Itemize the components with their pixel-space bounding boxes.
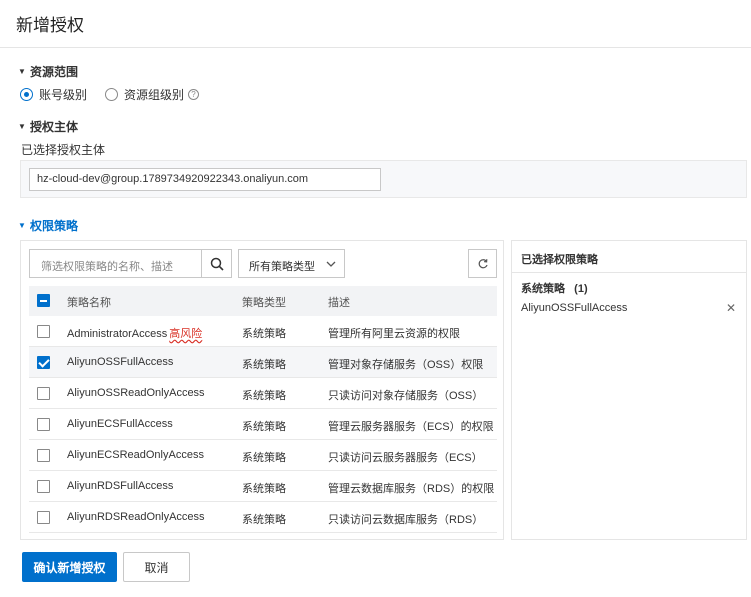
confirm-button[interactable]: 确认新增授权 (22, 552, 117, 582)
section-title: 权限策略 (30, 219, 79, 233)
section-title: 资源范围 (30, 65, 79, 79)
high-risk-label: 高风险 (169, 328, 203, 340)
scope-radio-group: 账号级别 资源组级别 ? (20, 85, 217, 103)
policy-desc: 只读访问云数据库服务（RDS） (328, 514, 484, 526)
policy-desc: 管理云数据库服务（RDS）的权限 (328, 483, 495, 495)
row-checkbox[interactable] (37, 387, 50, 400)
column-header-type: 策略类型 (242, 297, 286, 309)
table-row[interactable]: AliyunRDSReadOnlyAccess 系统策略 只读访问云数据库服务（… (29, 502, 497, 533)
select-all-checkbox[interactable] (37, 294, 50, 307)
search-icon (210, 257, 224, 271)
selected-policies-panel: 已选择权限策略 系统策略 (1) AliyunOSSFullAccess ✕ (511, 240, 747, 540)
policy-type: 系统策略 (242, 514, 286, 526)
row-checkbox[interactable] (37, 418, 50, 431)
policy-desc: 只读访问对象存储服务（OSS） (328, 390, 484, 402)
refresh-button[interactable] (468, 249, 497, 278)
policy-type-select[interactable]: 所有策略类型 (238, 249, 345, 278)
policy-name: AliyunRDSReadOnlyAccess (67, 511, 205, 523)
policy-name: AdministratorAccess (67, 328, 168, 340)
help-icon[interactable]: ? (188, 88, 200, 100)
policy-desc: 只读访问云服务器服务（ECS） (328, 452, 483, 464)
close-icon[interactable]: ✕ (726, 302, 736, 314)
policy-name: AliyunOSSReadOnlyAccess (67, 387, 205, 399)
radio-checked-icon[interactable] (20, 87, 33, 101)
policy-name-cell: AdministratorAccess 高风险 (67, 325, 202, 341)
caret-down-icon: ▼ (18, 221, 26, 230)
dialog-header: 新增授权 (0, 0, 751, 48)
table-row[interactable]: AliyunRDSFullAccess 系统策略 管理云数据库服务（RDS）的权… (29, 471, 497, 502)
selected-panel-title: 已选择权限策略 (521, 254, 598, 266)
radio-account-level[interactable]: 账号级别 (20, 86, 87, 103)
table-header: 策略名称 策略类型 描述 (29, 286, 497, 316)
policy-type: 系统策略 (242, 390, 286, 402)
policy-type: 系统策略 (242, 359, 286, 371)
cancel-button[interactable]: 取消 (123, 552, 190, 582)
selected-policy-item: AliyunOSSFullAccess (521, 302, 628, 314)
policy-table: 策略名称 策略类型 描述 AdministratorAccess 高风险 系统策略… (29, 286, 497, 533)
row-checkbox[interactable] (37, 511, 50, 524)
principal-box: hz-cloud-dev@group.1789734920922343.onal… (20, 160, 747, 198)
table-row[interactable]: AliyunECSReadOnlyAccess 系统策略 只读访问云服务器服务（… (29, 440, 497, 471)
section-resource-scope[interactable]: ▼ 资源范围 (18, 63, 78, 80)
row-checkbox[interactable] (37, 480, 50, 493)
policy-name: AliyunECSReadOnlyAccess (67, 449, 204, 461)
selected-count: (1) (574, 283, 588, 295)
policy-desc: 管理所有阿里云资源的权限 (328, 328, 460, 340)
radio-resource-group-level[interactable]: 资源组级别 ? (105, 86, 200, 103)
section-title: 授权主体 (30, 120, 79, 134)
row-checkbox[interactable] (37, 449, 50, 462)
search-placeholder: 筛选权限策略的名称、描述 (41, 261, 173, 273)
row-checkbox[interactable] (37, 356, 50, 369)
table-row[interactable]: AdministratorAccess 高风险 系统策略 管理所有阿里云资源的权限 (29, 316, 497, 347)
policy-name: AliyunOSSFullAccess (67, 356, 174, 368)
select-value: 所有策略类型 (249, 261, 315, 273)
policy-list-panel: 筛选权限策略的名称、描述 所有策略类型 策略名称 策略类型 描述 Adminis… (20, 240, 504, 540)
policy-type: 系统策略 (242, 483, 286, 495)
chevron-down-icon (326, 261, 336, 267)
page-title: 新增授权 (16, 16, 84, 35)
policy-search-input[interactable]: 筛选权限策略的名称、描述 (29, 249, 232, 278)
table-row[interactable]: AliyunOSSFullAccess 系统策略 管理对象存储服务（OSS）权限 (29, 347, 497, 378)
section-policies[interactable]: ▼ 权限策略 (18, 217, 78, 234)
selected-group-label: 系统策略 (1) (521, 283, 588, 295)
radio-label: 资源组级别 (124, 87, 185, 102)
section-principal[interactable]: ▼ 授权主体 (18, 118, 78, 135)
caret-down-icon: ▼ (18, 67, 26, 76)
table-row[interactable]: AliyunECSFullAccess 系统策略 管理云服务器服务（ECS）的权… (29, 409, 497, 440)
policy-name: AliyunRDSFullAccess (67, 480, 174, 492)
policy-desc: 管理云服务器服务（ECS）的权限 (328, 421, 494, 433)
radio-unchecked-icon[interactable] (105, 87, 119, 101)
column-header-name: 策略名称 (67, 297, 111, 309)
policy-type: 系统策略 (242, 328, 286, 340)
policy-desc: 管理对象存储服务（OSS）权限 (328, 359, 484, 371)
policy-type: 系统策略 (242, 421, 286, 433)
divider (512, 272, 746, 273)
column-header-desc: 描述 (328, 297, 350, 309)
caret-down-icon: ▼ (18, 122, 26, 131)
table-row[interactable]: AliyunOSSReadOnlyAccess 系统策略 只读访问对象存储服务（… (29, 378, 497, 409)
principal-label: 已选择授权主体 (21, 143, 106, 157)
row-checkbox[interactable] (37, 325, 50, 338)
radio-label: 账号级别 (39, 87, 88, 102)
search-button[interactable] (201, 250, 231, 277)
refresh-icon (478, 258, 488, 268)
policy-type: 系统策略 (242, 452, 286, 464)
policy-name: AliyunECSFullAccess (67, 418, 173, 430)
principal-input[interactable]: hz-cloud-dev@group.1789734920922343.onal… (29, 168, 381, 191)
